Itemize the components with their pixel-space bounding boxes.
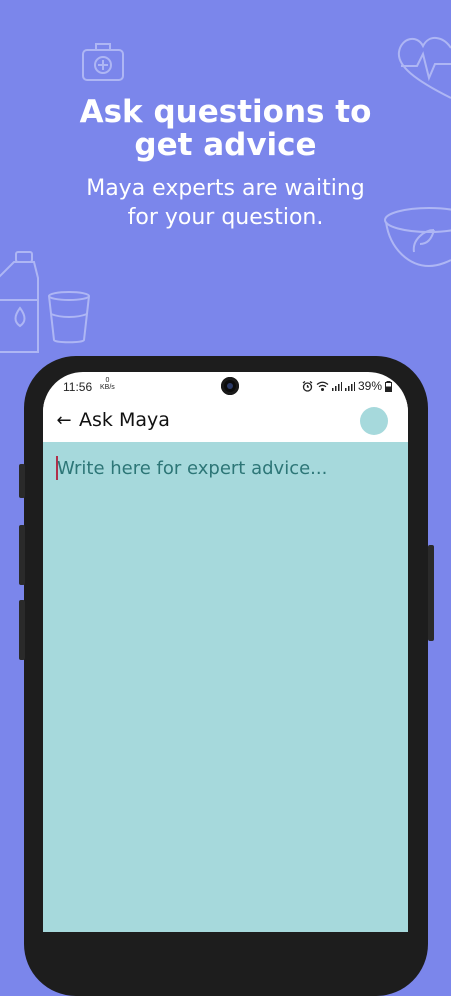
wifi-icon (316, 381, 329, 391)
heartbeat-icon (395, 28, 451, 100)
battery-percent: 39% (357, 379, 382, 393)
app-bar: ← Ask Maya (43, 400, 408, 442)
status-bar: 11:56 0 KB/s 39% (43, 372, 408, 400)
network-speed: 0 KB/s (100, 377, 115, 391)
question-textarea[interactable]: Write here for expert advice... (43, 442, 408, 932)
signal-icon (331, 382, 342, 391)
subheadline: Maya experts are waiting for your questi… (86, 176, 365, 230)
front-camera (221, 377, 239, 395)
question-placeholder: Write here for expert advice... (57, 458, 328, 479)
headline: Ask questions to get advice (79, 94, 372, 163)
avatar[interactable] (360, 407, 388, 435)
first-aid-kit-icon (80, 40, 126, 84)
status-time: 11:56 (63, 380, 93, 394)
water-glass-icon (46, 290, 92, 346)
phone-side-button (428, 545, 434, 641)
status-icons: 39% (302, 379, 392, 393)
page-title: Ask Maya (79, 409, 170, 431)
water-bottle-icon (0, 248, 40, 358)
phone-side-button (19, 525, 25, 585)
signal-icon (344, 382, 355, 391)
alarm-icon (302, 380, 313, 392)
battery-icon (385, 380, 392, 392)
back-arrow-icon[interactable]: ← (53, 410, 75, 432)
phone-side-button (19, 464, 25, 498)
phone-screen: 11:56 0 KB/s 39% ← Ask Maya Write here f… (43, 372, 408, 932)
phone-side-button (19, 600, 25, 660)
